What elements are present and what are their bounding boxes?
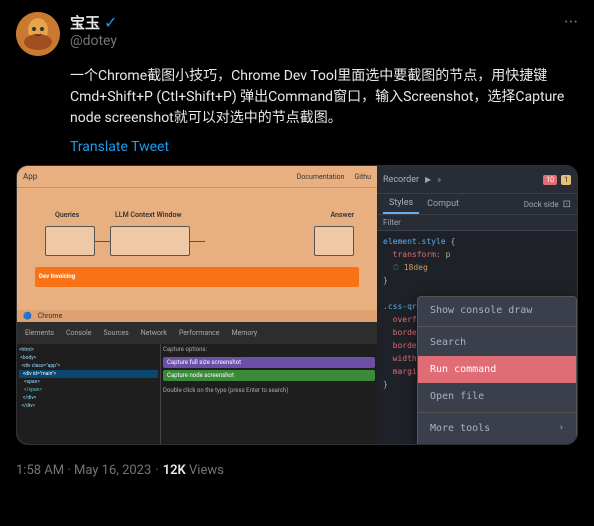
menu-item-run-command-label: Run command [430,362,496,377]
avatar-image [16,12,60,56]
menu-item-open-file[interactable]: Open file [418,383,576,410]
menu-item-run-command[interactable]: Run command [418,356,576,383]
dev-invoicing-bar: Dev Invoicing [35,267,359,287]
menu-item-open-file-label: Open file [430,389,484,404]
capture-options-label: Capture options: [163,346,375,353]
translate-link[interactable]: Translate Tweet [16,139,578,155]
dev-invoicing-label: Dev Invoicing [39,273,75,280]
more-tools-arrow: › [559,422,564,436]
tab-computed[interactable]: Comput [421,195,465,213]
menu-item-show-console[interactable]: Show console draw [418,297,576,324]
arrow1 [95,241,110,242]
tweet-views-count: 12K [163,463,186,478]
app-bar: App Documentation Githu [17,166,377,188]
verified-badge: ✓ [104,13,117,32]
code-line-3: ⏱ 18deg [383,262,571,274]
context-menu: Show console draw Search Run command Ope… [417,296,577,444]
menu-divider-1 [418,326,576,327]
tweet-footer: 1:58 AM · May 16, 2023 · 12K Views [16,455,578,486]
tab-memory[interactable]: Memory [227,327,261,339]
avatar[interactable] [16,12,60,56]
capture-node-btn[interactable]: Capture node screenshot [163,370,375,381]
tab-styles[interactable]: Styles [383,194,419,214]
styles-tabs-row: Styles Comput Dock side ⊡ [377,194,577,215]
tweet-header: 宝玉 ✓ @dotey ··· [16,12,578,56]
menu-item-more-tools[interactable]: More tools › [418,415,576,442]
dt-status-icons: 10 1 [543,175,571,185]
tab-elements[interactable]: Elements [21,327,58,339]
chrome-icon: 🔵 [23,312,32,320]
footer-dot: · [155,463,158,478]
capture-panel: Capture options: Capture full size scree… [161,344,377,444]
code-line-1: element.style { [383,236,571,248]
styles-code-area: element.style { transform: p ⏱ 18deg } .… [377,231,577,444]
answer-label: Answer [330,211,354,219]
chrome-label: Chrome [38,312,63,320]
tweet-text: 一个Chrome截图小技巧，Chrome Dev Tool里面选中要截图的节点，… [16,66,578,129]
elements-panel: <html> <body> <div class="app"> <div id=… [17,344,161,444]
html-tree: <html> <body> <div class="app"> <div id=… [19,346,158,410]
chrome-area: 🔵 Chrome [17,310,377,322]
menu-item-search[interactable]: Search [418,329,576,356]
devtools-panel: Elements Console Sources Network Perform… [17,322,377,444]
devtools-tabs-bar: Elements Console Sources Network Perform… [17,322,377,344]
tab-console[interactable]: Console [62,327,95,339]
menu-item-search-label: Search [430,335,466,350]
canvas-area: Queries LLM Context Window Answer Dev In… [17,188,377,310]
app-bar-tabs: Documentation Githu [297,173,371,181]
dock-side-label: Dock side [524,200,559,209]
canvas-diagram: Queries LLM Context Window Answer Dev In… [35,206,359,291]
menu-item-show-console-label: Show console draw [430,303,532,318]
recorder-label: Recorder [383,175,419,185]
recorder-icon: ▶ [425,175,431,184]
llm-box [110,226,190,256]
menu-divider-2 [418,412,576,413]
screenshot-right: Recorder ▶ » 10 1 Styles Comput Dock sid… [377,166,577,444]
code-line-4: } [383,275,571,287]
error-badge: 10 [543,175,557,185]
tab-sources[interactable]: Sources [99,327,132,339]
dock-side-icon[interactable]: ⊡ [563,199,571,210]
arrow2 [190,241,205,242]
more-tabs-icon: » [437,175,441,184]
tweet-image: App Documentation Githu Queries LLM Cont… [16,165,578,445]
devtools-sidebar: <html> <body> <div class="app"> <div id=… [17,344,377,444]
user-info: 宝玉 ✓ @dotey [70,12,554,49]
warn-badge: 1 [561,175,571,185]
tweet-views: 12K Views [163,463,224,478]
app-title: App [23,172,37,181]
tweet-time: 1:58 AM · May 16, 2023 [16,463,151,478]
llm-label: LLM Context Window [115,211,182,219]
answer-box [314,226,354,256]
screenshot-left: App Documentation Githu Queries LLM Cont… [17,166,377,444]
tab-performance[interactable]: Performance [175,327,224,339]
dock-side-area: Dock side ⊡ [524,199,571,210]
filter-bar: Filter [377,215,577,231]
capture-full-btn[interactable]: Capture full size screenshot [163,357,375,368]
capture-note: Double click on the type (press Enter to… [163,387,375,394]
queries-box [45,226,95,256]
more-options-icon[interactable]: ··· [564,12,578,33]
tweet-card: 宝玉 ✓ @dotey ··· 一个Chrome截图小技巧，Chrome Dev… [0,0,594,486]
display-name: 宝玉 [70,12,100,33]
display-name-row: 宝玉 ✓ [70,12,554,33]
tab-network[interactable]: Network [137,327,171,339]
dt-topbar: Recorder ▶ » 10 1 [377,166,577,194]
queries-label: Queries [55,211,79,219]
menu-item-more-tools-label: More tools [430,421,490,436]
code-line-2: transform: p [383,249,571,261]
username: @dotey [70,33,554,49]
filter-label: Filter [383,218,401,227]
